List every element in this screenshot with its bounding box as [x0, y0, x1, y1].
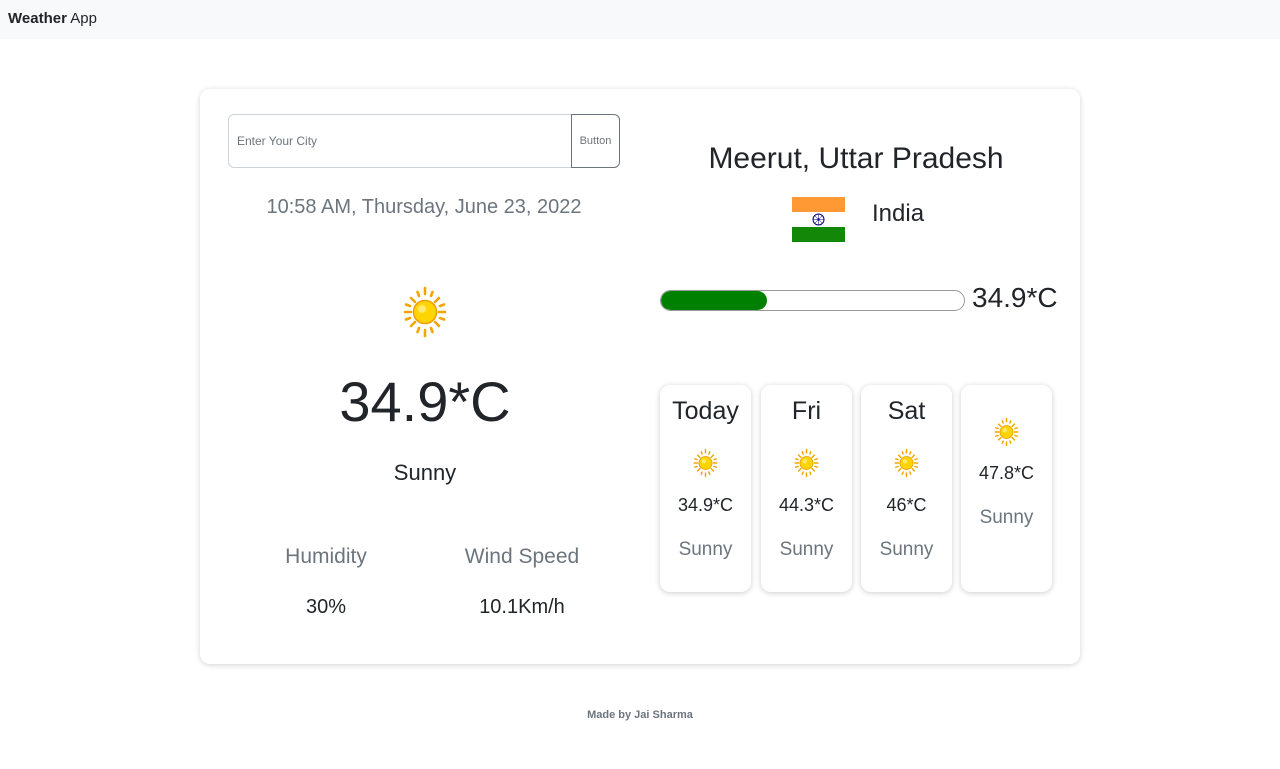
country-name: India: [872, 200, 925, 227]
forecast-card-next[interactable]: 47.8*C Sunny: [961, 385, 1052, 592]
current-condition: Sunny: [393, 460, 457, 485]
sun-icon: [401, 284, 449, 340]
forecast-day: Today: [672, 397, 739, 425]
temperature-progress-label: 34.9*C: [972, 282, 1058, 313]
forecast-card-fri[interactable]: Fri 44.3*C Sunny: [761, 385, 852, 592]
india-flag-icon: [792, 197, 845, 242]
temperature-progress-fill: [661, 291, 768, 310]
temperature-progress-bar: [660, 290, 965, 311]
sun-icon: [993, 416, 1020, 448]
sun-icon: [793, 447, 820, 479]
city-search-input[interactable]: [228, 114, 572, 168]
brand-light-text: App: [70, 10, 97, 27]
forecast-condition: Sunny: [678, 539, 733, 560]
brand-bold-text: Weather: [8, 10, 67, 27]
brand-logo[interactable]: Weather App: [8, 10, 97, 28]
forecast-condition: Sunny: [879, 539, 934, 560]
forecast-temperature: 44.3*C: [778, 495, 835, 515]
forecast-day: Fri: [791, 397, 822, 425]
footer-credit: Made by Jai Sharma: [587, 709, 693, 721]
forecast-temperature: 46*C: [886, 495, 927, 515]
forecast-day: Sat: [887, 397, 926, 425]
forecast-card-today[interactable]: Today 34.9*C Sunny: [660, 385, 751, 592]
forecast-condition: Sunny: [779, 539, 834, 560]
wind-speed-value: 10.1Km/h: [479, 596, 565, 618]
sun-icon: [893, 447, 920, 479]
forecast-temperature: 47.8*C: [978, 463, 1035, 483]
weather-card: Button 10:58 AM, Thursday, June 23, 2022…: [200, 89, 1080, 664]
forecast-condition: Sunny: [979, 507, 1034, 528]
humidity-label: Humidity: [285, 545, 367, 568]
forecast-temperature: 34.9*C: [677, 495, 734, 515]
wind-speed-label: Wind Speed: [464, 545, 580, 568]
sun-icon: [692, 447, 719, 479]
forecast-card-sat[interactable]: Sat 46*C Sunny: [861, 385, 952, 592]
current-temperature: 34.9*C: [339, 370, 511, 433]
city-name: Meerut, Uttar Pradesh: [708, 142, 1004, 175]
search-button[interactable]: Button: [571, 114, 620, 168]
current-datetime: 10:58 AM, Thursday, June 23, 2022: [266, 196, 582, 218]
navbar: Weather App: [0, 0, 1280, 39]
humidity-value: 30%: [305, 596, 347, 618]
